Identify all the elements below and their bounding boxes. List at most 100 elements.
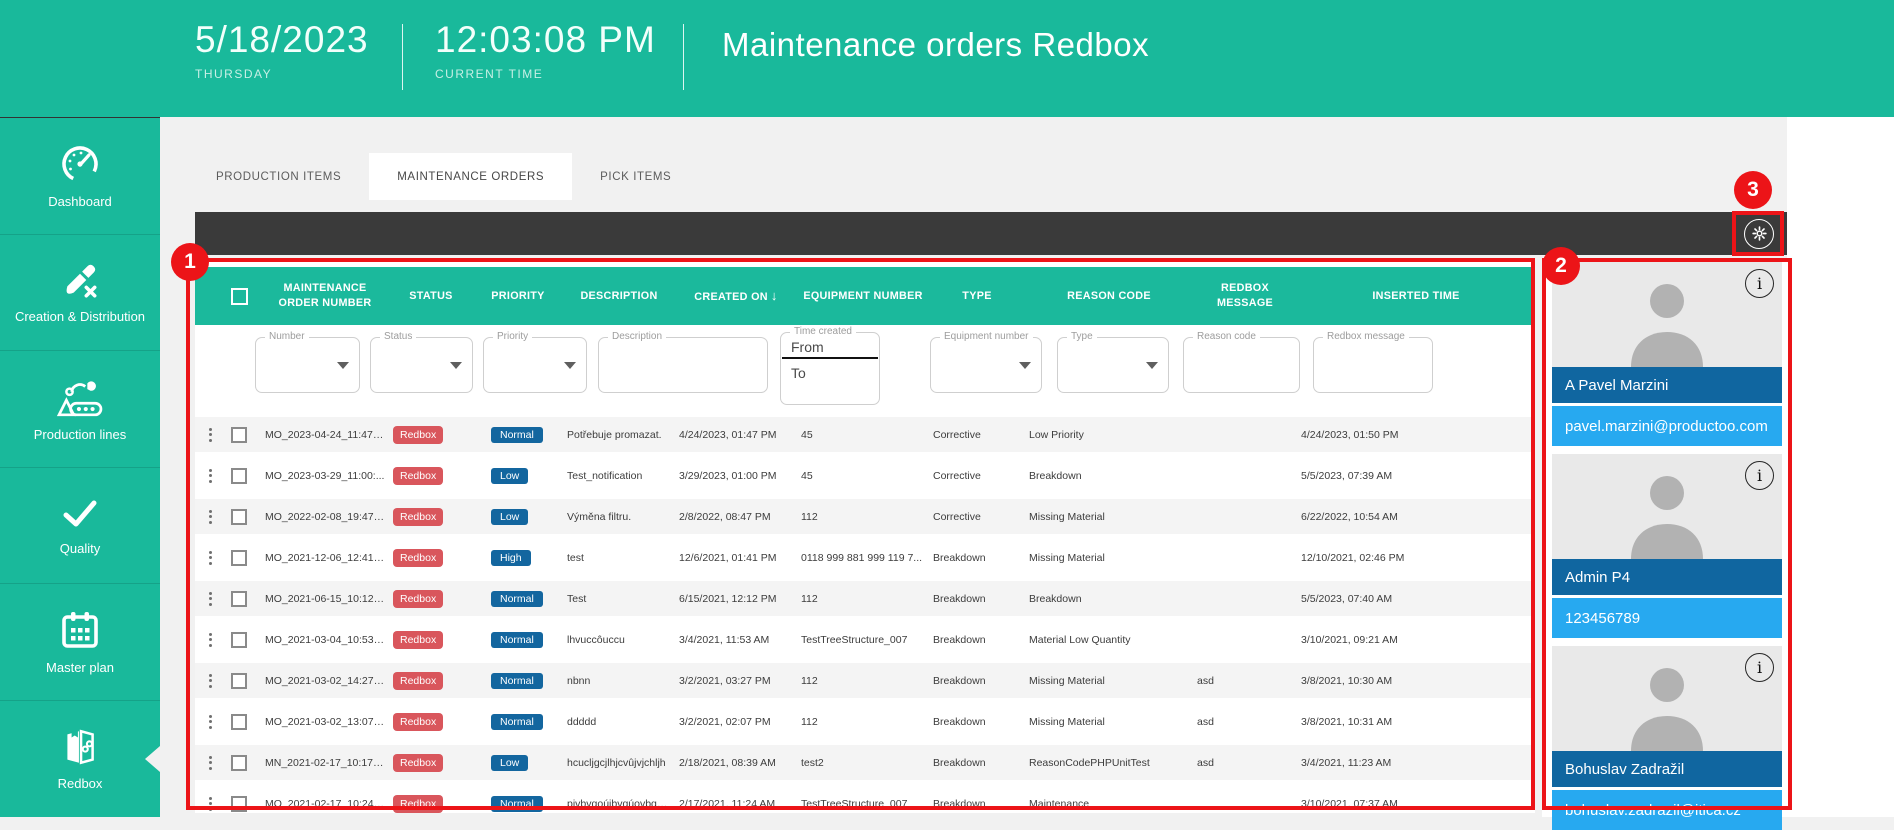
filter-type-select[interactable]: Type — [1057, 337, 1169, 393]
table-toolbar — [195, 212, 1787, 255]
table-row[interactable]: MO_2021-03-02_13:07:25 Redbox Normal ddd… — [195, 704, 1535, 739]
cell-reason-code: Missing Material — [1025, 716, 1193, 728]
cell-created-on: 2/18/2021, 08:39 AM — [675, 757, 797, 769]
select-all-checkbox[interactable] — [231, 288, 248, 305]
header-divider — [402, 24, 403, 90]
col-header-equipment[interactable]: EQUIPMENT NUMBER — [797, 289, 929, 304]
cell-inserted-time: 12/10/2021, 02:46 PM — [1297, 552, 1535, 564]
table-row[interactable]: MO_2021-02-17_10:24:55 Redbox Normal piv… — [195, 786, 1535, 821]
priority-badge: High — [491, 550, 531, 566]
status-badge: Redbox — [393, 508, 443, 526]
row-menu-kebab-icon[interactable] — [195, 592, 225, 606]
cell-reason-code: ReasonCodePHPUnitTest — [1025, 757, 1193, 769]
col-header-status[interactable]: STATUS — [389, 289, 473, 304]
table-row[interactable]: MO_2022-02-08_19:47:... Redbox Low Výměn… — [195, 499, 1535, 534]
col-header-type[interactable]: TYPE — [929, 289, 1025, 304]
row-menu-kebab-icon[interactable] — [195, 715, 225, 729]
filter-to-input[interactable]: To — [781, 359, 879, 383]
sidebar-item-master-plan[interactable]: Master plan — [0, 584, 160, 701]
col-header-inserted[interactable]: INSERTED TIME — [1297, 289, 1535, 304]
row-checkbox[interactable] — [231, 509, 247, 525]
table-row[interactable]: MO_2021-03-04_10:53:01 Redbox Normal lhv… — [195, 622, 1535, 657]
row-checkbox[interactable] — [231, 427, 247, 443]
filter-time-created[interactable]: Time created From To — [780, 332, 880, 405]
row-checkbox[interactable] — [231, 550, 247, 566]
cell-order-number: MO_2022-02-08_19:47:... — [261, 511, 389, 523]
cell-inserted-time: 3/10/2021, 09:21 AM — [1297, 634, 1535, 646]
tab-pick-items[interactable]: PICK ITEMS — [572, 153, 699, 200]
row-menu-kebab-icon[interactable] — [195, 756, 225, 770]
filter-message-input[interactable]: Redbox message — [1313, 337, 1433, 393]
calendar-icon — [58, 608, 102, 652]
filter-equipment-select[interactable]: Equipment number — [930, 337, 1042, 393]
row-checkbox[interactable] — [231, 673, 247, 689]
cell-type: Breakdown — [929, 552, 1025, 564]
row-checkbox[interactable] — [231, 591, 247, 607]
avatar: i — [1552, 454, 1782, 559]
filter-reason-input[interactable]: Reason code — [1183, 337, 1300, 393]
col-header-reason[interactable]: REASON CODE — [1025, 289, 1193, 304]
cell-equipment-number: TestTreeStructure_007 — [797, 634, 929, 646]
table-row[interactable]: MN_2021-02-17_10:17:39 Redbox Low hcuclj… — [195, 745, 1535, 780]
page-title: Maintenance orders Redbox — [722, 26, 1149, 64]
col-header-description[interactable]: DESCRIPTION — [563, 289, 675, 304]
user-card[interactable]: i Admin P4 123456789 — [1552, 454, 1782, 638]
tab-production-items[interactable]: PRODUCTION ITEMS — [188, 153, 369, 200]
row-menu-kebab-icon[interactable] — [195, 510, 225, 524]
date-block: 5/18/2023 THURSDAY — [195, 20, 369, 81]
cell-equipment-number: 112 — [797, 675, 929, 687]
info-icon[interactable]: i — [1745, 269, 1774, 298]
row-menu-kebab-icon[interactable] — [195, 428, 225, 442]
row-checkbox[interactable] — [231, 714, 247, 730]
person-silhouette-icon — [1615, 275, 1719, 367]
cell-redbox-message: asd — [1193, 716, 1297, 728]
sidebar-item-quality[interactable]: Quality — [0, 468, 160, 585]
col-header-number[interactable]: MAINTENANCE ORDER NUMBER — [261, 281, 389, 310]
sidebar-item-dashboard[interactable]: Dashboard — [0, 118, 160, 235]
user-contact: bohuslav.zadrazil@itica.cz — [1552, 790, 1782, 830]
tab-maintenance-orders[interactable]: MAINTENANCE ORDERS — [369, 153, 572, 200]
cell-equipment-number: 112 — [797, 511, 929, 523]
sort-desc-icon[interactable]: ↓ — [771, 288, 778, 303]
table-row[interactable]: MO_2023-03-29_11:00:... Redbox Low Test_… — [195, 458, 1535, 493]
current-date: 5/18/2023 — [195, 20, 369, 61]
filter-description-input[interactable]: Description — [598, 337, 768, 393]
sidebar-item-creation-distribution[interactable]: Creation & Distribution — [0, 235, 160, 352]
row-checkbox[interactable] — [231, 632, 247, 648]
filter-status-select[interactable]: Status — [370, 337, 473, 393]
table-row[interactable]: MO_2021-06-15_10:12:27 Redbox Normal Tes… — [195, 581, 1535, 616]
row-menu-kebab-icon[interactable] — [195, 633, 225, 647]
sidebar-item-redbox[interactable]: Redbox — [0, 701, 160, 818]
row-checkbox[interactable] — [231, 468, 247, 484]
user-card[interactable]: i A Pavel Marzini pavel.marzini@producto… — [1552, 262, 1782, 446]
sidebar-item-label: Quality — [56, 542, 104, 557]
table-row[interactable]: MO_2023-04-24_11:47:46 Redbox Normal Pot… — [195, 417, 1535, 452]
row-menu-kebab-icon[interactable] — [195, 469, 225, 483]
filter-number-select[interactable]: Number — [255, 337, 360, 393]
user-card[interactable]: i Bohuslav Zadražil bohuslav.zadrazil@it… — [1552, 646, 1782, 830]
priority-badge: Normal — [491, 427, 543, 443]
table-row[interactable]: MO_2021-12-06_12:41:13 Redbox High test … — [195, 540, 1535, 575]
table-row[interactable]: MO_2021-03-02_14:27:55 Redbox Normal nbn… — [195, 663, 1535, 698]
row-menu-kebab-icon[interactable] — [195, 551, 225, 565]
sidebar-item-label: Master plan — [42, 661, 118, 676]
row-checkbox[interactable] — [231, 796, 247, 812]
info-icon[interactable]: i — [1745, 653, 1774, 682]
cell-equipment-number: 0118 999 881 999 119 7... — [797, 552, 929, 564]
cell-order-number: MO_2021-02-17_10:24:55 — [261, 798, 389, 810]
row-menu-kebab-icon[interactable] — [195, 674, 225, 688]
settings-button[interactable] — [1744, 219, 1774, 249]
cell-created-on: 4/24/2023, 01:47 PM — [675, 429, 797, 441]
col-header-message[interactable]: REDBOX MESSAGE — [1193, 281, 1297, 310]
row-checkbox[interactable] — [231, 755, 247, 771]
info-icon[interactable]: i — [1745, 461, 1774, 490]
cell-reason-code: Maintenance — [1025, 798, 1193, 810]
col-header-priority[interactable]: PRIORITY — [473, 289, 563, 304]
row-menu-kebab-icon[interactable] — [195, 797, 225, 811]
sidebar-item-production-lines[interactable]: Production lines — [0, 351, 160, 468]
filter-priority-select[interactable]: Priority — [483, 337, 587, 393]
cell-created-on: 6/15/2021, 12:12 PM — [675, 593, 797, 605]
col-header-created-on[interactable]: CREATED ON↓ — [675, 287, 797, 305]
user-contact: 123456789 — [1552, 598, 1782, 638]
cell-type: Corrective — [929, 511, 1025, 523]
